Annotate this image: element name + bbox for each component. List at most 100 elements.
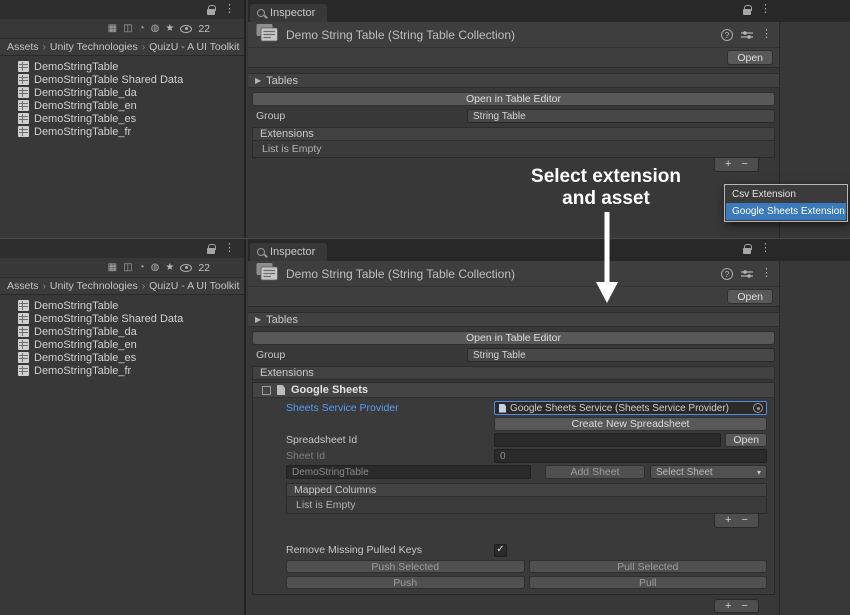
add-extension-button[interactable]: + <box>725 159 731 170</box>
kebab-menu-icon[interactable]: ⋮ <box>761 29 772 40</box>
breadcrumb-quizu[interactable]: QuizU - A UI Toolkit <box>149 280 239 292</box>
toolbar-icon[interactable]: ◔ <box>139 263 145 273</box>
tables-foldout[interactable]: ▶ Tables <box>248 312 779 327</box>
push-pull-selected-row: Push Selected Pull Selected <box>286 560 767 573</box>
asset-file-icon <box>499 404 506 413</box>
open-table-editor-button[interactable]: Open in Table Editor <box>252 92 775 106</box>
star-icon[interactable]: ★ <box>165 24 174 34</box>
help-icon[interactable]: ? <box>721 268 733 280</box>
string-table-icon <box>18 100 29 111</box>
kebab-menu-icon[interactable]: ⋮ <box>760 4 771 15</box>
string-table-icon <box>18 61 29 72</box>
extension-title: Google Sheets <box>291 384 368 396</box>
unity-editor-screenshot: ⋮ ▦ ◫ ◔ ◍ ★ 22 Assets › Unity Technologi… <box>0 0 850 615</box>
string-table-icon <box>18 365 29 376</box>
check-icon: ✓ <box>496 545 504 555</box>
list-item[interactable]: DemoStringTable_es <box>0 112 244 125</box>
lock-icon[interactable] <box>743 248 751 254</box>
project-tabbar: ⋮ <box>0 0 244 19</box>
list-item[interactable]: DemoStringTable_en <box>0 338 244 351</box>
breadcrumb-unity-technologies[interactable]: Unity Technologies <box>50 41 138 53</box>
remove-column-button[interactable]: − <box>742 515 748 526</box>
list-empty-label: List is Empty <box>296 499 356 511</box>
breadcrumb-quizu[interactable]: QuizU - A UI Toolkit <box>149 41 239 53</box>
extension-handle-icon[interactable] <box>262 386 271 395</box>
asset-label: DemoStringTable <box>34 300 118 312</box>
list-item[interactable]: DemoStringTable <box>0 299 244 312</box>
toolbar-icon[interactable]: ◍ <box>151 24 160 34</box>
help-icon[interactable]: ? <box>721 29 733 41</box>
sheet-id-row: Sheet Id 0 <box>286 449 767 463</box>
remove-extension-button[interactable]: − <box>742 601 748 612</box>
kebab-menu-icon[interactable]: ⋮ <box>760 243 771 254</box>
sheet-id-field[interactable]: 0 <box>494 449 767 463</box>
kebab-menu-icon[interactable]: ⋮ <box>761 268 772 279</box>
eye-icon[interactable] <box>180 264 192 272</box>
breadcrumb-unity-technologies[interactable]: Unity Technologies <box>50 280 138 292</box>
list-item[interactable]: DemoStringTable_en <box>0 99 244 112</box>
list-item[interactable]: DemoStringTable Shared Data <box>0 73 244 86</box>
toolbar-icon[interactable]: ◫ <box>123 24 132 34</box>
object-picker-icon[interactable] <box>753 403 763 413</box>
toolbar-icon[interactable]: ▦ <box>108 263 117 273</box>
inspector-tabbar: Inspector ⋮ <box>248 0 779 22</box>
string-table-icon <box>18 74 29 85</box>
inspector-title: Demo String Table (String Table Collecti… <box>286 267 714 281</box>
sheet-name-field[interactable]: DemoStringTable <box>286 465 531 479</box>
select-sheet-dropdown[interactable]: Select Sheet ▾ <box>650 465 767 479</box>
menu-item-csv-extension[interactable]: Csv Extension <box>726 186 846 203</box>
tab-inspector[interactable]: Inspector <box>250 4 327 22</box>
tab-inspector[interactable]: Inspector <box>250 243 327 261</box>
breadcrumb-assets[interactable]: Assets <box>7 41 39 53</box>
group-field[interactable]: String Table <box>467 348 775 362</box>
list-item[interactable]: DemoStringTable_da <box>0 325 244 338</box>
create-new-spreadsheet-button[interactable]: Create New Spreadsheet <box>494 417 767 431</box>
breadcrumb-assets[interactable]: Assets <box>7 280 39 292</box>
push-button[interactable]: Push <box>286 576 525 589</box>
toolbar-icon[interactable]: ◫ <box>123 263 132 273</box>
toolbar-icon[interactable]: ▦ <box>108 24 117 34</box>
lock-icon[interactable] <box>207 9 215 15</box>
kebab-menu-icon[interactable]: ⋮ <box>224 4 235 15</box>
inspector-subheader: Open <box>248 287 779 307</box>
presets-icon[interactable] <box>741 269 753 279</box>
lock-icon[interactable] <box>207 248 215 254</box>
group-field[interactable]: String Table <box>467 109 775 123</box>
tables-foldout[interactable]: ▶ Tables <box>248 73 779 88</box>
list-item[interactable]: DemoStringTable_es <box>0 351 244 364</box>
remove-missing-checkbox[interactable]: ✓ <box>494 544 507 557</box>
extension-header[interactable]: Google Sheets <box>253 383 774 398</box>
sheets-service-provider-field[interactable]: Google Sheets Service (Sheets Service Pr… <box>494 401 767 415</box>
list-item[interactable]: DemoStringTable_fr <box>0 364 244 377</box>
pull-selected-button[interactable]: Pull Selected <box>529 560 768 573</box>
group-label: Group <box>252 349 467 361</box>
chevron-right-icon: › <box>142 42 145 53</box>
provider-row: Sheets Service Provider Google Sheets Se… <box>286 401 767 415</box>
breadcrumb: Assets › Unity Technologies › QuizU - A … <box>0 278 244 295</box>
star-icon[interactable]: ★ <box>165 263 174 273</box>
kebab-menu-icon[interactable]: ⋮ <box>224 243 235 254</box>
push-selected-button[interactable]: Push Selected <box>286 560 525 573</box>
menu-item-google-sheets-extension[interactable]: Google Sheets Extension <box>726 203 846 220</box>
open-asset-button[interactable]: Open <box>727 50 773 65</box>
eye-icon[interactable] <box>180 25 192 33</box>
open-asset-button[interactable]: Open <box>727 289 773 304</box>
add-column-button[interactable]: + <box>725 515 731 526</box>
pull-button[interactable]: Pull <box>529 576 768 589</box>
list-item[interactable]: DemoStringTable_fr <box>0 125 244 138</box>
list-item[interactable]: DemoStringTable <box>0 60 244 73</box>
remove-extension-button[interactable]: − <box>742 159 748 170</box>
presets-icon[interactable] <box>741 30 753 40</box>
list-item[interactable]: DemoStringTable Shared Data <box>0 312 244 325</box>
inspector-subheader: Open <box>248 48 779 68</box>
add-sheet-button[interactable]: Add Sheet <box>545 465 645 479</box>
screenshot-bottom: ⋮ ▦ ◫ ◔ ◍ ★ 22 Assets › Unity Technologi… <box>0 238 850 615</box>
list-item[interactable]: DemoStringTable_da <box>0 86 244 99</box>
open-spreadsheet-button[interactable]: Open <box>725 433 767 447</box>
lock-icon[interactable] <box>743 9 751 15</box>
toolbar-icon[interactable]: ◍ <box>151 263 160 273</box>
add-extension-button[interactable]: + <box>725 601 731 612</box>
open-table-editor-button[interactable]: Open in Table Editor <box>252 331 775 345</box>
toolbar-icon[interactable]: ◔ <box>139 24 145 34</box>
spreadsheet-id-field[interactable] <box>494 433 721 447</box>
